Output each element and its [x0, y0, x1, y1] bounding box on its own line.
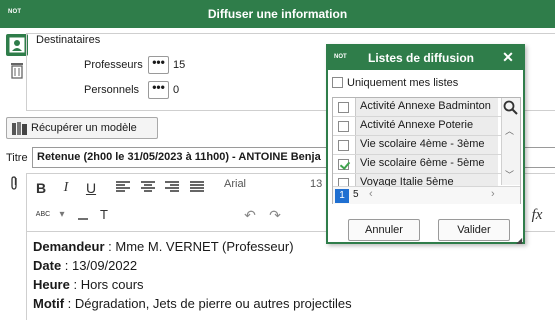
dialog-header: NOT Listes de diffusion ✕ — [328, 46, 523, 70]
chevron-left-icon[interactable]: ‹ — [369, 188, 373, 200]
editor-line: Date : 13/09/2022 — [33, 258, 138, 273]
list-item-checkbox[interactable] — [338, 178, 349, 186]
chevron-down-icon[interactable]: ▾ — [52, 205, 72, 225]
paperclip-icon[interactable] — [8, 175, 20, 191]
align-justify-icon[interactable] — [187, 178, 207, 198]
trash-icon[interactable] — [6, 60, 28, 82]
search-icon[interactable] — [502, 99, 519, 116]
list-item-checkbox[interactable] — [338, 140, 349, 151]
align-right-icon[interactable] — [162, 178, 182, 198]
chevron-up-icon[interactable]: ︿ — [505, 124, 514, 137]
list-item-name: Vie scolaire 6ème - 5ème — [355, 155, 498, 173]
cancel-button[interactable]: Annuler — [348, 219, 420, 241]
formula-label: fx — [531, 207, 543, 223]
bold-button[interactable]: B — [31, 178, 51, 198]
recipients-title: Destinataires — [34, 34, 103, 46]
only-my-lists-checkbox[interactable]: Uniquement mes listes — [332, 77, 458, 89]
close-icon[interactable]: ✕ — [500, 49, 516, 65]
list-item[interactable]: Activité Annexe Badminton — [333, 98, 520, 117]
spellcheck-label: ABC — [35, 211, 51, 218]
personnels-count: 0 — [173, 84, 180, 96]
list-item-name: Activité Annexe Badminton — [355, 98, 498, 116]
only-my-lists-label: Uniquement mes listes — [347, 77, 459, 89]
list-item-name: Voyage Italie 5ème — [355, 174, 498, 186]
strikethrough-icon[interactable] — [73, 205, 93, 225]
spellcheck-button[interactable]: ABC — [33, 205, 53, 225]
list-item[interactable]: Voyage Italie 5ème — [333, 174, 520, 186]
font-select[interactable]: Arial — [224, 178, 246, 190]
align-left-icon[interactable] — [113, 178, 133, 198]
checkbox[interactable] — [332, 77, 343, 88]
get-model-label: Récupérer un modèle — [31, 122, 137, 134]
pagination: 1 5 ‹ › — [333, 186, 520, 204]
resize-handle-icon[interactable]: ◢ — [516, 236, 522, 245]
undo-icon[interactable]: ↶ — [240, 205, 260, 225]
underline-button[interactable]: U — [81, 178, 101, 198]
editor-line: Heure : Hors cours — [33, 277, 144, 292]
message-editor[interactable]: Demandeur : Mme M. VERNET (Professeur) D… — [26, 231, 555, 320]
list-item[interactable]: Vie scolaire 4ème - 3ème — [333, 136, 520, 155]
lists-table: Activité Annexe Badminton Activité Annex… — [332, 97, 521, 204]
list-item-checkbox[interactable] — [338, 121, 349, 132]
page-current[interactable]: 1 — [335, 189, 349, 203]
list-item[interactable]: Vie scolaire 6ème - 5ème — [333, 155, 520, 174]
title-bar: NOT Diffuser une information — [0, 0, 555, 28]
clear-format-button[interactable]: T — [94, 205, 114, 225]
personnels-label: Personnels — [84, 84, 140, 96]
page-total: 5 — [353, 189, 359, 200]
list-item[interactable]: Activité Annexe Poterie — [333, 117, 520, 136]
professeurs-select-button[interactable]: ••• — [148, 56, 169, 74]
clear-format-label: T — [100, 207, 108, 222]
list-item-name: Vie scolaire 4ème - 3ème — [355, 136, 498, 154]
professeurs-count: 15 — [173, 59, 186, 71]
personnels-select-button[interactable]: ••• — [148, 81, 169, 99]
align-center-icon[interactable] — [138, 178, 158, 198]
dialog-title: Listes de diffusion — [368, 51, 475, 65]
window-title: Diffuser une information — [207, 7, 348, 21]
editor-line: Motif : Dégradation, Jets de pierre ou a… — [33, 296, 352, 311]
list-item-checkbox[interactable] — [338, 159, 349, 170]
recipients-icon[interactable] — [6, 34, 28, 56]
list-item-checkbox[interactable] — [338, 102, 349, 113]
professeurs-label: Professeurs — [84, 59, 143, 71]
distribution-lists-dialog: NOT Listes de diffusion ✕ Uniquement mes… — [326, 44, 525, 245]
font-size-select[interactable]: 13 — [310, 178, 322, 190]
dialog-tag: NOT — [334, 54, 347, 60]
redo-icon[interactable]: ↷ — [265, 205, 285, 225]
formula-button[interactable]: fx — [527, 205, 547, 225]
titre-label: Titre — [6, 152, 28, 164]
chevron-down-icon[interactable]: ﹀ — [505, 168, 514, 181]
list-item-name: Activité Annexe Poterie — [355, 117, 498, 135]
chevron-right-icon[interactable]: › — [491, 188, 495, 200]
italic-button[interactable]: I — [56, 178, 76, 198]
get-model-button[interactable]: Récupérer un modèle — [6, 117, 158, 139]
books-icon — [11, 121, 29, 136]
validate-button[interactable]: Valider — [438, 219, 510, 241]
